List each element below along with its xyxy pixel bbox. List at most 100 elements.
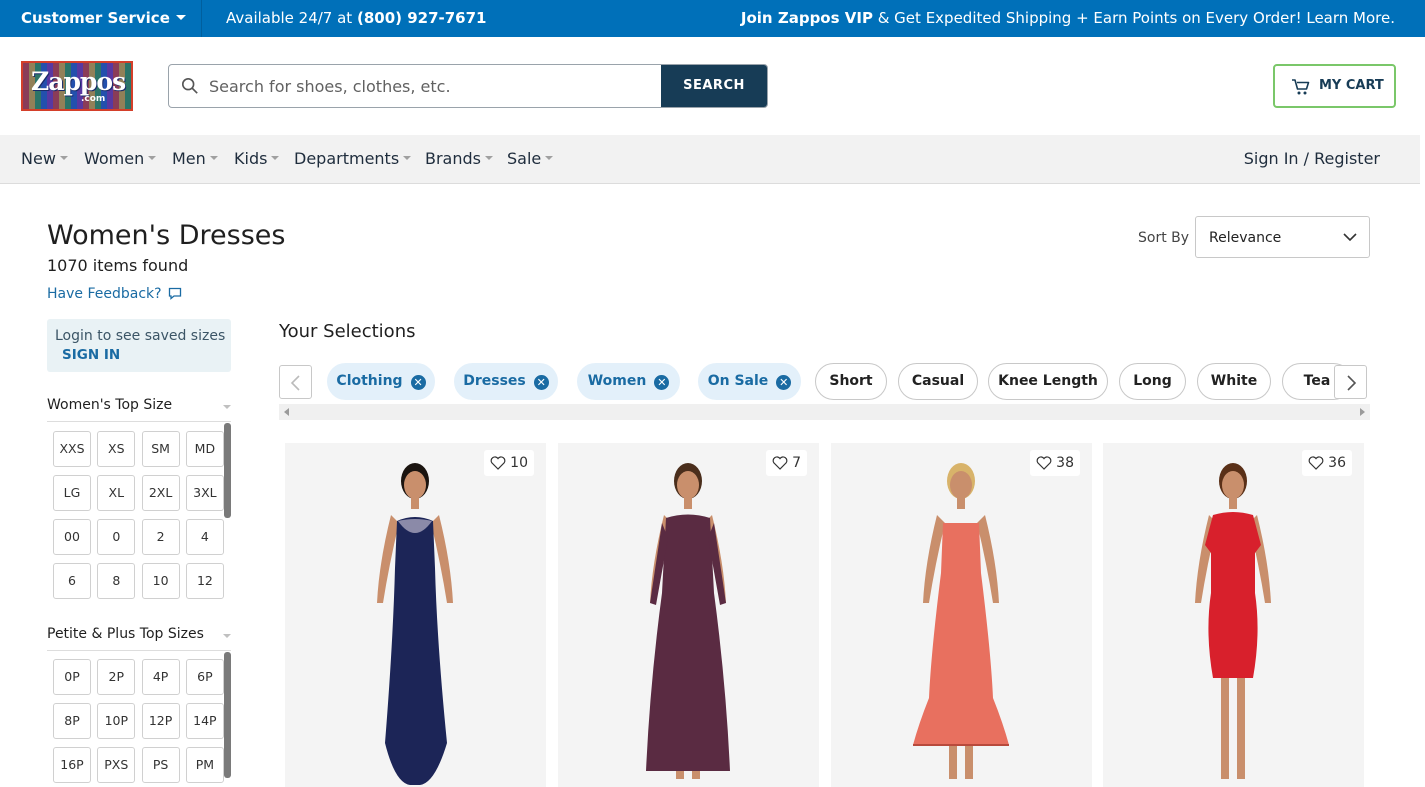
favorite-count: 36 (1328, 455, 1346, 471)
selected-filter-chip-dresses[interactable]: Dresses ✕ (454, 363, 558, 400)
favorite-button[interactable]: 38 (1030, 450, 1080, 476)
size-option[interactable]: 3XL (185, 475, 224, 511)
product-card[interactable]: 10 (285, 443, 546, 787)
nav-item-men[interactable]: Men (172, 149, 218, 168)
heart-icon (772, 456, 788, 470)
size-option[interactable]: 6P (185, 659, 224, 695)
search-button[interactable]: SEARCH (661, 65, 767, 107)
size-option[interactable]: 8 (97, 563, 136, 599)
chips-next-button[interactable] (1334, 365, 1367, 399)
vip-promo-link[interactable]: Join Zappos VIP & Get Expedited Shipping… (741, 9, 1395, 27)
favorite-button[interactable]: 10 (484, 450, 534, 476)
nav-label: Sale (507, 149, 542, 168)
product-image (913, 463, 1009, 779)
availability-text: Available 24/7 at (800) 927-7671 (226, 9, 487, 27)
size-option[interactable]: PM (185, 747, 224, 783)
suggested-filter-chip-long[interactable]: Long (1119, 363, 1186, 400)
remove-filter-icon[interactable]: ✕ (776, 375, 792, 390)
sidebar-sign-in-link[interactable]: SIGN IN (62, 347, 231, 363)
size-option[interactable]: 12P (141, 703, 180, 739)
size-option[interactable]: XXS (53, 431, 91, 467)
feedback-link[interactable]: Have Feedback? (47, 286, 182, 302)
nav-item-departments[interactable]: Departments (294, 149, 412, 168)
customer-service-menu[interactable]: Customer Service (0, 0, 202, 37)
zappos-logo[interactable]: Zappos .com (21, 61, 133, 111)
chip-label: On Sale (707, 373, 769, 389)
size-option[interactable]: 2P (97, 659, 136, 695)
product-card[interactable]: 7 (558, 443, 819, 787)
size-option[interactable]: 4P (141, 659, 180, 695)
scrollbar[interactable] (224, 652, 231, 787)
facet-womens-top-size[interactable]: Women's Top Size (47, 397, 231, 422)
suggested-filter-chip-knee-length[interactable]: Knee Length (988, 363, 1108, 400)
nav-label: New (21, 149, 56, 168)
nav-label: Departments (294, 149, 400, 168)
size-option[interactable]: 6 (53, 563, 91, 599)
nav-item-women[interactable]: Women (84, 149, 157, 168)
suggested-filter-chip-casual[interactable]: Casual (898, 363, 978, 400)
scrollbar-thumb[interactable] (224, 652, 231, 778)
size-option[interactable]: 4 (185, 519, 224, 555)
selected-filter-chip-on-sale[interactable]: On Sale ✕ (698, 363, 801, 400)
size-option[interactable]: 0P (53, 659, 91, 695)
favorite-button[interactable]: 7 (766, 450, 807, 476)
size-option[interactable]: 0 (97, 519, 136, 555)
chevron-left-icon (290, 375, 300, 391)
scrollbar[interactable] (224, 423, 231, 605)
facet-title: Women's Top Size (47, 397, 173, 413)
size-option[interactable]: 10P (97, 703, 136, 739)
page-title: Women's Dresses (47, 220, 286, 251)
search-input[interactable] (209, 65, 659, 107)
size-option[interactable]: PXS (97, 747, 136, 783)
size-option[interactable]: 16P (53, 747, 91, 783)
size-option[interactable]: 00 (53, 519, 91, 555)
chevron-down-icon (403, 156, 412, 160)
size-option[interactable]: 8P (53, 703, 91, 739)
scroll-left-arrow-icon[interactable] (284, 408, 289, 416)
my-cart-button[interactable]: MY CART (1273, 64, 1396, 108)
product-card[interactable]: 36 (1103, 443, 1364, 787)
chip-label: Tea (1303, 373, 1331, 389)
chip-label: Dresses (463, 373, 526, 389)
size-option[interactable]: 10 (141, 563, 180, 599)
size-option[interactable]: LG (53, 475, 91, 511)
remove-filter-icon[interactable]: ✕ (654, 375, 670, 390)
facet-petite-plus-sizes[interactable]: Petite & Plus Top Sizes (47, 626, 231, 651)
size-option[interactable]: 12 (185, 563, 224, 599)
size-option[interactable]: XS (97, 431, 136, 467)
chip-label: Clothing (336, 373, 403, 389)
chips-prev-button[interactable] (279, 365, 312, 399)
suggested-filter-chip-white[interactable]: White (1197, 363, 1271, 400)
heart-icon (490, 456, 506, 470)
remove-filter-icon[interactable]: ✕ (533, 375, 549, 390)
horizontal-scrollbar[interactable] (279, 404, 1370, 420)
size-option[interactable]: 14P (185, 703, 224, 739)
nav-item-kids[interactable]: Kids (234, 149, 280, 168)
phone-number[interactable]: (800) 927-7671 (357, 9, 487, 27)
nav-item-brands[interactable]: Brands (425, 149, 493, 168)
chat-bubble-icon (168, 287, 181, 300)
customer-service-label: Customer Service (21, 9, 170, 27)
chevron-right-icon (1347, 375, 1357, 391)
sort-select[interactable]: Relevance (1195, 216, 1370, 258)
selected-filter-chip-clothing[interactable]: Clothing ✕ (327, 363, 435, 400)
selected-filter-chip-women[interactable]: Women ✕ (577, 363, 680, 400)
nav-item-sale[interactable]: Sale (507, 149, 554, 168)
size-option[interactable]: PS (141, 747, 180, 783)
favorite-count: 10 (510, 455, 528, 471)
remove-filter-icon[interactable]: ✕ (410, 375, 426, 390)
favorite-button[interactable]: 36 (1302, 450, 1352, 476)
product-card[interactable]: 38 (831, 443, 1092, 787)
size-option[interactable]: 2 (141, 519, 180, 555)
size-option[interactable]: SM (141, 431, 180, 467)
nav-item-new[interactable]: New (21, 149, 68, 168)
suggested-filter-chip-short[interactable]: Short (815, 363, 887, 400)
scroll-right-arrow-icon[interactable] (1360, 408, 1365, 416)
favorite-count: 38 (1056, 455, 1074, 471)
size-option[interactable]: XL (97, 475, 136, 511)
size-option[interactable]: 2XL (141, 475, 180, 511)
size-option[interactable]: MD (185, 431, 224, 467)
scrollbar-thumb[interactable] (224, 423, 231, 518)
login-prompt: Login to see saved sizes (55, 328, 226, 344)
sign-in-register-link[interactable]: Sign In / Register (1244, 149, 1380, 168)
